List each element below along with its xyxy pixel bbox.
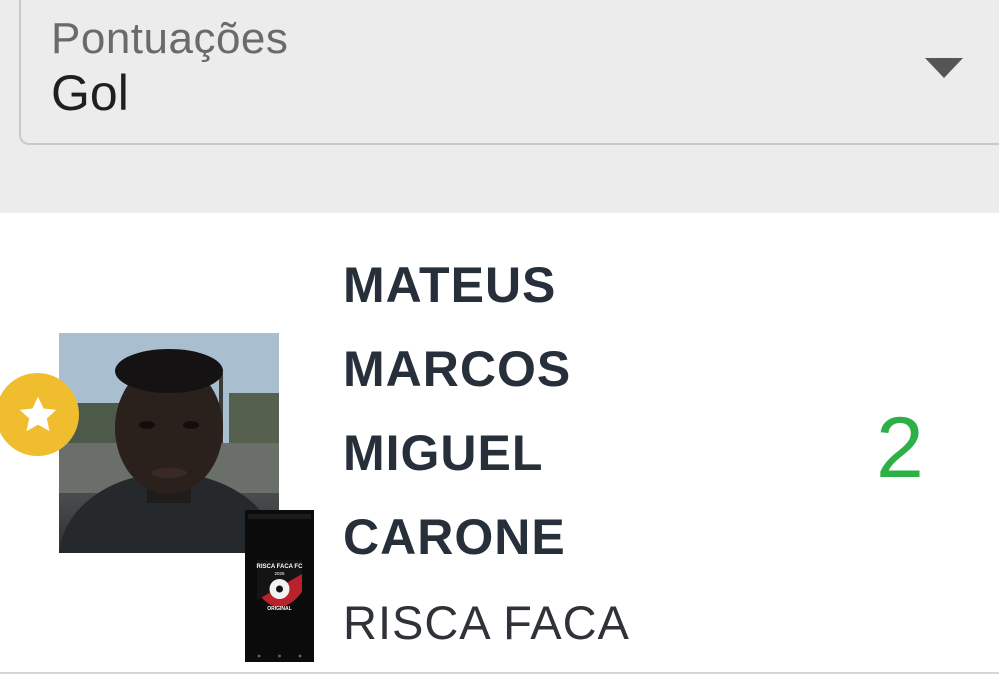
- logo-text-line2: 2025: [274, 571, 285, 576]
- player-name-line: MIGUEL: [343, 425, 544, 481]
- team-logo-image: RISCA FACA FC 2025 ORIGINAL: [245, 510, 314, 662]
- logo-text-line1: RISCA FACA FC: [257, 564, 304, 570]
- star-icon: [19, 396, 56, 431]
- player-card[interactable]: RISCA FACA FC 2025 ORIGINAL MATEUS MARCO…: [0, 213, 999, 674]
- scores-screen: Pontuações Gol RISCA FACA FC 2025 ORIGIN…: [0, 0, 999, 674]
- player-name-line: MATEUS: [343, 257, 557, 313]
- logo-text-line3: ORIGINAL: [267, 606, 291, 612]
- dropdown-selected-value[interactable]: Gol: [51, 64, 129, 122]
- player-name-line: MARCOS: [343, 341, 572, 397]
- score-value: 2: [876, 400, 924, 496]
- player-name: MATEUS MARCOS MIGUEL CARONE: [343, 243, 783, 579]
- team-name: RISCA FACA: [343, 596, 630, 649]
- dropdown-label: Pontuações: [51, 14, 289, 63]
- player-name-line: CARONE: [343, 509, 566, 565]
- caret-down-icon[interactable]: [925, 58, 963, 78]
